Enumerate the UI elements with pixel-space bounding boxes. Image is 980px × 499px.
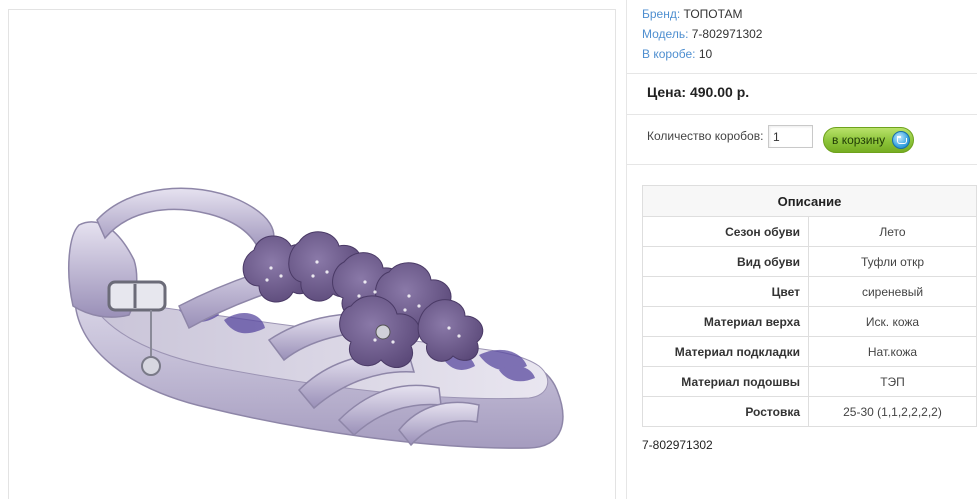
table-row: Сезон обуви Лето bbox=[642, 216, 977, 247]
attribute-name: Цвет bbox=[642, 276, 809, 307]
attribute-name: Вид обуви bbox=[642, 246, 809, 277]
box-count-row: В коробе: 10 bbox=[642, 44, 762, 64]
product-image[interactable] bbox=[9, 10, 617, 499]
product-code: 7-802971302 bbox=[642, 438, 713, 452]
column-divider bbox=[626, 0, 627, 499]
add-to-cart-label: в корзину bbox=[832, 133, 886, 147]
attribute-name: Материал подошвы bbox=[642, 366, 809, 397]
description-table: Описание Сезон обуви Лето Вид обуви Туфли … bbox=[642, 185, 977, 427]
price: Цена: 490.00 р. bbox=[647, 84, 750, 100]
attribute-value: Иск. кожа bbox=[808, 306, 977, 337]
charm bbox=[141, 356, 161, 376]
basket-icon bbox=[892, 131, 910, 149]
brand-label: Бренд: bbox=[642, 7, 681, 21]
model-label: Модель: bbox=[642, 27, 689, 41]
quantity-input[interactable] bbox=[768, 125, 813, 148]
table-row: Материал верха Иск. кожа bbox=[642, 306, 977, 337]
brand-row: Бренд: ТОПОТАМ bbox=[642, 4, 762, 24]
table-row: Ростовка 25-30 (1,1,2,2,2,2) bbox=[642, 396, 977, 427]
separator bbox=[627, 114, 977, 115]
quantity-label: Количество коробов: bbox=[647, 129, 764, 143]
attribute-value: Туфли откр bbox=[808, 246, 977, 277]
description-title: Описание bbox=[642, 185, 977, 217]
separator bbox=[627, 73, 977, 74]
model-value: 7-802971302 bbox=[691, 27, 763, 41]
box-count-value: 10 bbox=[698, 47, 713, 61]
attribute-value: ТЭП bbox=[808, 366, 977, 397]
attribute-value: сиреневый bbox=[808, 276, 977, 307]
box-count-label: В коробе: bbox=[642, 47, 696, 61]
attribute-name: Материал верха bbox=[642, 306, 809, 337]
brand-value: ТОПОТАМ bbox=[683, 7, 743, 21]
separator bbox=[627, 164, 977, 165]
table-row: Материал подкладки Нат.кожа bbox=[642, 336, 977, 367]
attribute-value: Нат.кожа bbox=[808, 336, 977, 367]
attribute-name: Ростовка bbox=[642, 396, 809, 427]
attribute-value: 25-30 (1,1,2,2,2,2) bbox=[808, 396, 977, 427]
product-image-frame[interactable] bbox=[8, 9, 616, 499]
attribute-name: Сезон обуви bbox=[642, 216, 809, 247]
product-info: Бренд: ТОПОТАМ Модель: 7-802971302 В кор… bbox=[642, 4, 762, 64]
buckle bbox=[107, 280, 167, 312]
flower-center-stud bbox=[375, 324, 391, 340]
add-to-cart-button[interactable]: в корзину bbox=[823, 127, 914, 153]
model-row: Модель: 7-802971302 bbox=[642, 24, 762, 44]
attribute-name: Материал подкладки bbox=[642, 336, 809, 367]
table-row: Вид обуви Туфли откр bbox=[642, 246, 977, 277]
table-row: Цвет сиреневый bbox=[642, 276, 977, 307]
attribute-value: Лето bbox=[808, 216, 977, 247]
table-row: Материал подошвы ТЭП bbox=[642, 366, 977, 397]
